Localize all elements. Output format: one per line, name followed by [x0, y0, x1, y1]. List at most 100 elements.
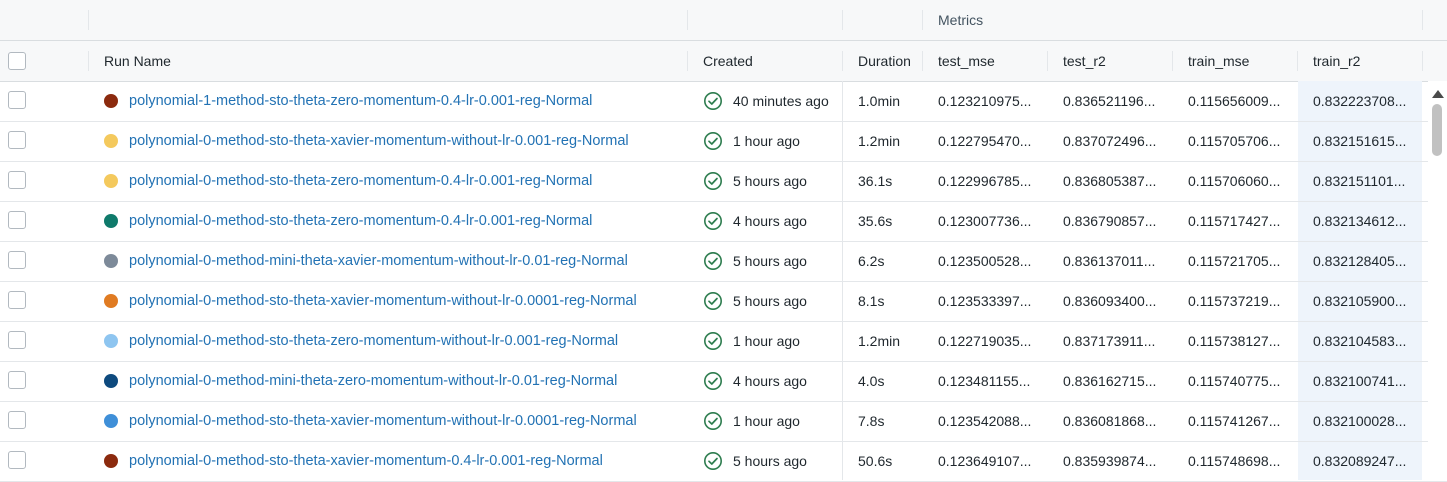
run-name-link[interactable]: polynomial-0-method-sto-theta-zero-momen… — [129, 161, 684, 201]
test-mse-value: 0.123007736... — [938, 213, 1032, 229]
run-name-link[interactable]: polynomial-0-method-sto-theta-xavier-mom… — [129, 281, 684, 321]
test-mse-value: 0.122996785... — [938, 173, 1032, 189]
metrics-group-label: Metrics — [938, 12, 984, 28]
test-r2-value: 0.836162715... — [1063, 373, 1157, 389]
run-color-dot[interactable] — [104, 334, 118, 348]
table-row[interactable]: polynomial-0-method-sto-theta-zero-momen… — [0, 161, 1447, 202]
column-divider — [687, 10, 688, 30]
run-color-dot[interactable] — [104, 134, 118, 148]
run-color-dot[interactable] — [104, 414, 118, 428]
train-r2-value: 0.832089247... — [1313, 453, 1407, 469]
run-name-link[interactable]: polynomial-0-method-mini-theta-xavier-mo… — [129, 241, 684, 281]
test-mse-value: 0.123649107... — [938, 453, 1032, 469]
run-name-link[interactable]: polynomial-0-method-sto-theta-xavier-mom… — [129, 441, 684, 481]
created-time: 5 hours ago — [733, 293, 807, 309]
run-name-link[interactable]: polynomial-0-method-sto-theta-xavier-mom… — [129, 401, 684, 441]
train-mse-value: 0.115748698... — [1188, 453, 1281, 469]
run-color-dot[interactable] — [104, 174, 118, 188]
column-divider — [1172, 51, 1173, 71]
scrollbar-thumb[interactable] — [1432, 104, 1442, 156]
row-select-checkbox[interactable] — [8, 371, 26, 389]
created-time: 4 hours ago — [733, 373, 807, 389]
duration-value: 36.1s — [858, 173, 893, 189]
table-row[interactable]: polynomial-0-method-sto-theta-xavier-mom… — [0, 441, 1447, 482]
row-select-checkbox[interactable] — [8, 411, 26, 429]
train-r2-value: 0.832100741... — [1313, 373, 1407, 389]
duration-value: 50.6s — [858, 453, 893, 469]
train-mse-value: 0.115740775... — [1188, 373, 1281, 389]
table-row[interactable]: polynomial-0-method-sto-theta-zero-momen… — [0, 321, 1447, 362]
select-all-checkbox[interactable] — [8, 52, 26, 70]
train-r2-value: 0.832105900... — [1313, 293, 1407, 309]
duration-value: 1.0min — [858, 93, 901, 109]
check-circle-icon — [704, 172, 722, 190]
table-row[interactable]: polynomial-0-method-sto-theta-xavier-mom… — [0, 401, 1447, 442]
column-header-train-r2[interactable]: train_r2 — [1313, 41, 1371, 81]
test-r2-value: 0.836137011... — [1063, 253, 1156, 269]
column-header-test-r2[interactable]: test_r2 — [1063, 41, 1163, 81]
column-header-test-mse[interactable]: test_mse — [938, 41, 1038, 81]
run-color-dot[interactable] — [104, 454, 118, 468]
column-divider — [1047, 51, 1048, 71]
row-select-checkbox[interactable] — [8, 291, 26, 309]
train-mse-value: 0.115717427... — [1188, 213, 1281, 229]
test-mse-value: 0.122719035... — [938, 333, 1032, 349]
column-header-created[interactable]: Created — [703, 41, 833, 81]
run-color-dot[interactable] — [104, 214, 118, 228]
train-mse-value: 0.115737219... — [1188, 293, 1281, 309]
row-select-checkbox[interactable] — [8, 211, 26, 229]
table-row[interactable]: polynomial-0-method-mini-theta-zero-mome… — [0, 361, 1447, 402]
column-header-run-name[interactable]: Run Name — [104, 41, 404, 81]
check-circle-icon — [704, 132, 722, 150]
run-color-dot[interactable] — [104, 94, 118, 108]
column-divider — [922, 51, 923, 71]
duration-value: 1.2min — [858, 133, 901, 149]
test-mse-value: 0.123500528... — [938, 253, 1032, 269]
column-divider — [922, 10, 923, 30]
run-name-link[interactable]: polynomial-0-method-sto-theta-zero-momen… — [129, 321, 684, 361]
check-circle-icon — [704, 252, 722, 270]
run-color-dot[interactable] — [104, 254, 118, 268]
column-divider — [88, 10, 89, 30]
test-r2-value: 0.836521196... — [1063, 93, 1156, 109]
table-row[interactable]: polynomial-0-method-sto-theta-zero-momen… — [0, 201, 1447, 242]
table-row[interactable]: polynomial-1-method-sto-theta-zero-momen… — [0, 81, 1447, 122]
column-header-row: Run Name Created Duration test_mse test_… — [0, 41, 1447, 109]
row-select-checkbox[interactable] — [8, 131, 26, 149]
train-r2-value: 0.832151615... — [1313, 133, 1407, 149]
check-circle-icon — [704, 412, 722, 430]
run-name-link[interactable]: polynomial-1-method-sto-theta-zero-momen… — [129, 81, 684, 121]
table-row[interactable]: polynomial-0-method-sto-theta-xavier-mom… — [0, 121, 1447, 162]
table-row[interactable]: polynomial-0-method-sto-theta-xavier-mom… — [0, 281, 1447, 322]
row-select-checkbox[interactable] — [8, 331, 26, 349]
run-color-dot[interactable] — [104, 294, 118, 308]
row-select-checkbox[interactable] — [8, 91, 26, 109]
created-time: 4 hours ago — [733, 213, 807, 229]
column-group-header: Metrics — [0, 0, 1447, 41]
column-divider — [1422, 10, 1423, 30]
check-circle-icon — [704, 452, 722, 470]
table-row[interactable]: polynomial-0-method-mini-theta-xavier-mo… — [0, 241, 1447, 282]
column-header-train-mse[interactable]: train_mse — [1188, 41, 1288, 81]
run-name-link[interactable]: polynomial-0-method-sto-theta-zero-momen… — [129, 201, 684, 241]
train-r2-value: 0.832100028... — [1313, 413, 1407, 429]
column-divider — [842, 51, 843, 71]
duration-value: 7.8s — [858, 413, 885, 429]
test-r2-value: 0.836790857... — [1063, 213, 1157, 229]
run-name-link[interactable]: polynomial-0-method-sto-theta-xavier-mom… — [129, 121, 684, 161]
duration-value: 35.6s — [858, 213, 893, 229]
test-mse-value: 0.123533397... — [938, 293, 1032, 309]
column-header-duration[interactable]: Duration — [858, 41, 920, 81]
duration-value: 1.2min — [858, 333, 901, 349]
row-select-checkbox[interactable] — [8, 451, 26, 469]
created-time: 40 minutes ago — [733, 93, 829, 109]
row-select-checkbox[interactable] — [8, 251, 26, 269]
test-r2-value: 0.837072496... — [1063, 133, 1157, 149]
test-mse-value: 0.122795470... — [938, 133, 1032, 149]
row-select-checkbox[interactable] — [8, 171, 26, 189]
scroll-up-arrow-icon[interactable] — [1432, 90, 1444, 98]
run-color-dot[interactable] — [104, 374, 118, 388]
run-name-link[interactable]: polynomial-0-method-mini-theta-zero-mome… — [129, 361, 684, 401]
train-r2-value: 0.832104583... — [1313, 333, 1407, 349]
check-circle-icon — [704, 212, 722, 230]
